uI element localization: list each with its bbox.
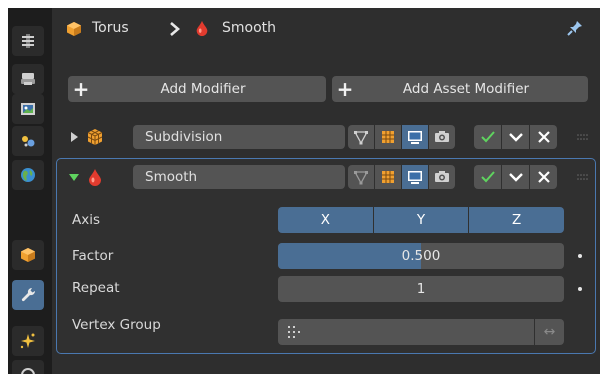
particles-icon bbox=[20, 333, 35, 349]
breadcrumb: Torus Smooth bbox=[52, 8, 600, 48]
tab-tool[interactable] bbox=[12, 26, 44, 56]
factor-value: 0.500 bbox=[401, 248, 441, 264]
modifier-display-toggles bbox=[348, 165, 455, 189]
modifier-name-field[interactable]: Smooth bbox=[133, 165, 345, 189]
drag-grip-icon[interactable] bbox=[576, 133, 590, 141]
collapse-arrow-icon[interactable] bbox=[68, 171, 80, 183]
tab-object[interactable] bbox=[12, 240, 44, 270]
remove-modifier-button[interactable] bbox=[530, 165, 557, 189]
plus-icon: + bbox=[72, 77, 90, 101]
render-camera-icon bbox=[435, 171, 449, 182]
modifier-panel: Torus Smooth + Add Modifier + Add Asset … bbox=[52, 8, 600, 374]
editmode-toggle[interactable] bbox=[348, 125, 374, 149]
modifier-display-toggles bbox=[348, 125, 455, 149]
object-icon bbox=[21, 248, 35, 262]
on-cage-toggle[interactable] bbox=[375, 125, 401, 149]
factor-label: Factor bbox=[72, 248, 114, 264]
chevron-down-icon bbox=[508, 133, 523, 142]
viewport-toggle[interactable] bbox=[402, 165, 428, 189]
smooth-modifier-icon bbox=[89, 169, 101, 186]
tab-modifiers[interactable] bbox=[12, 280, 44, 310]
mesh-object-icon bbox=[67, 22, 81, 36]
breadcrumb-modifier-name: Smooth bbox=[222, 20, 277, 36]
wrench-icon bbox=[21, 287, 36, 302]
checkmark-icon bbox=[480, 171, 495, 183]
view-layer-icon bbox=[22, 136, 35, 147]
modifier-header: Subdivision bbox=[52, 120, 600, 154]
repeat-field[interactable]: 1 bbox=[278, 276, 564, 302]
close-icon bbox=[537, 171, 550, 183]
on-cage-toggle[interactable] bbox=[375, 165, 401, 189]
tab-render[interactable] bbox=[12, 64, 44, 94]
repeat-label: Repeat bbox=[72, 280, 120, 296]
factor-slider[interactable]: 0.500 bbox=[278, 243, 564, 269]
vertex-group-field[interactable] bbox=[278, 319, 534, 345]
viewport-monitor-icon bbox=[408, 171, 422, 184]
apply-toggle[interactable] bbox=[474, 125, 501, 149]
chevron-down-icon bbox=[508, 173, 523, 182]
modifier-actions bbox=[474, 125, 557, 149]
vertex-group-label: Vertex Group bbox=[72, 317, 161, 333]
breadcrumb-object-name: Torus bbox=[92, 20, 129, 36]
editmode-icon bbox=[353, 171, 369, 185]
axis-toggle-group: X Y Z bbox=[278, 207, 565, 233]
vertex-group-icon bbox=[288, 326, 300, 338]
factor-slider-fill bbox=[278, 243, 421, 269]
render-toggle[interactable] bbox=[429, 165, 455, 189]
properties-tab-strip bbox=[8, 8, 48, 374]
invert-vertex-group-button[interactable]: ↔ bbox=[535, 319, 564, 345]
plus-icon: + bbox=[336, 77, 354, 101]
invert-arrows-icon: ↔ bbox=[543, 324, 556, 340]
on-cage-icon bbox=[382, 171, 394, 183]
tab-view-layer[interactable] bbox=[12, 126, 44, 156]
checkmark-icon bbox=[480, 131, 495, 143]
physics-icon bbox=[21, 368, 35, 374]
close-icon bbox=[537, 131, 550, 143]
modifier-name-field[interactable]: Subdivision bbox=[133, 125, 345, 149]
tab-physics[interactable] bbox=[12, 360, 44, 374]
render-toggle[interactable] bbox=[429, 125, 455, 149]
pin-icon[interactable] bbox=[566, 19, 584, 37]
axis-z-toggle[interactable]: Z bbox=[469, 207, 565, 233]
output-icon bbox=[21, 103, 35, 115]
modifier-header: Smooth bbox=[52, 160, 600, 194]
subdivision-icon bbox=[87, 129, 103, 145]
add-asset-modifier-label: Add Asset Modifier bbox=[402, 81, 530, 97]
smooth-modifier-icon bbox=[196, 20, 208, 36]
axis-label: Axis bbox=[72, 212, 101, 228]
expand-arrow-icon[interactable] bbox=[68, 131, 80, 143]
tab-output[interactable] bbox=[12, 94, 44, 124]
add-modifier-label: Add Modifier bbox=[160, 81, 246, 97]
on-cage-icon bbox=[382, 131, 394, 143]
modifier-menu-button[interactable] bbox=[502, 165, 529, 189]
world-icon bbox=[21, 168, 35, 182]
render-icon bbox=[21, 73, 35, 85]
add-asset-modifier-button[interactable]: + Add Asset Modifier bbox=[332, 76, 588, 102]
tab-particles[interactable] bbox=[12, 326, 44, 356]
remove-modifier-button[interactable] bbox=[530, 125, 557, 149]
keyframe-dot-icon[interactable] bbox=[578, 254, 582, 258]
vertex-group-selector: ↔ bbox=[278, 319, 564, 345]
editmode-toggle[interactable] bbox=[348, 165, 374, 189]
viewport-monitor-icon bbox=[408, 131, 422, 144]
drag-grip-icon[interactable] bbox=[576, 173, 590, 181]
modifier-menu-button[interactable] bbox=[502, 125, 529, 149]
editmode-icon bbox=[353, 131, 369, 145]
tool-icon bbox=[22, 34, 34, 48]
chevron-right-icon bbox=[170, 22, 180, 36]
axis-y-toggle[interactable]: Y bbox=[373, 207, 469, 233]
tab-world[interactable] bbox=[12, 160, 44, 190]
render-camera-icon bbox=[435, 131, 449, 142]
properties-editor: Torus Smooth + Add Modifier + Add Asset … bbox=[8, 8, 600, 374]
keyframe-dot-icon[interactable] bbox=[578, 287, 582, 291]
apply-toggle[interactable] bbox=[474, 165, 501, 189]
add-modifier-button[interactable]: + Add Modifier bbox=[68, 76, 326, 102]
viewport-toggle[interactable] bbox=[402, 125, 428, 149]
modifier-actions bbox=[474, 165, 557, 189]
axis-x-toggle[interactable]: X bbox=[278, 207, 373, 233]
